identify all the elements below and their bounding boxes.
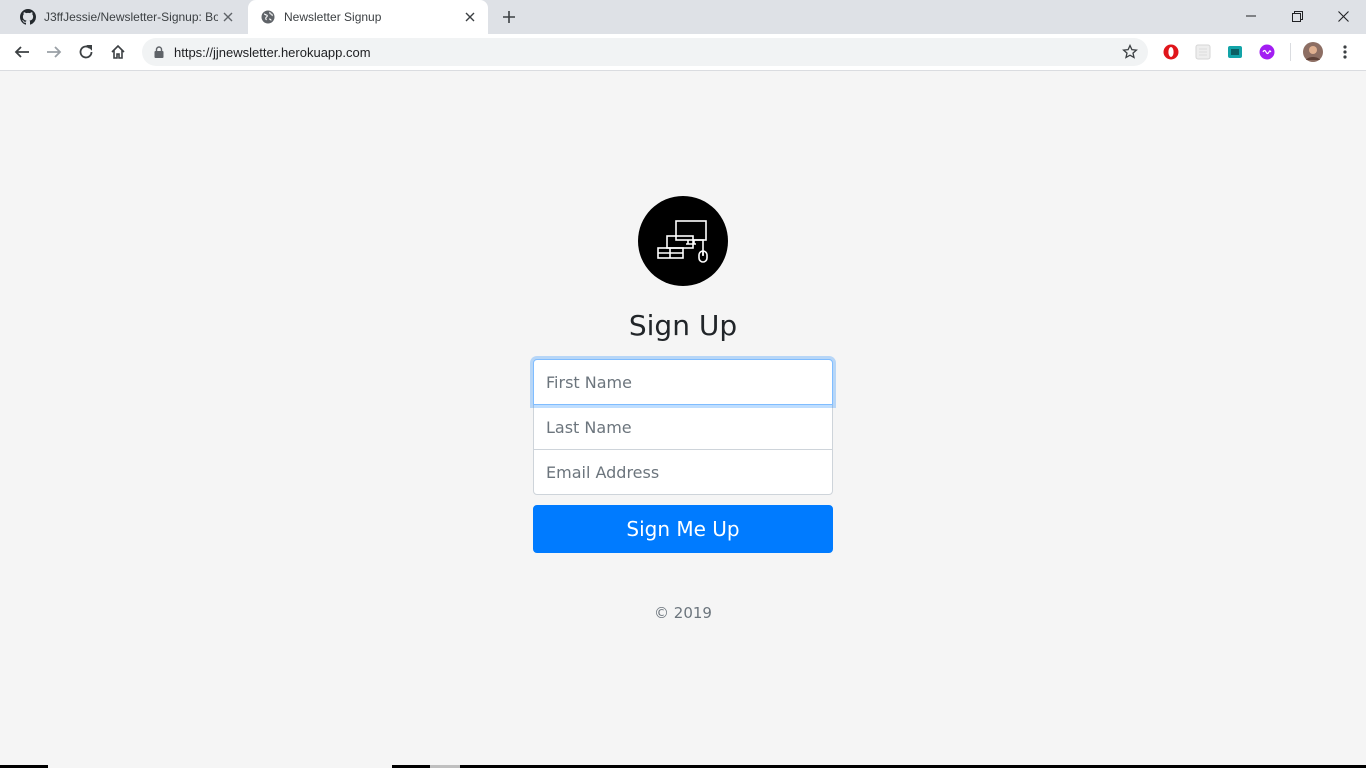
copyright-footer: © 2019 bbox=[654, 604, 712, 622]
email-input[interactable] bbox=[533, 449, 833, 495]
toolbar-divider bbox=[1290, 43, 1291, 61]
browser-toolbar: https://jjnewsletter.herokuapp.com bbox=[0, 34, 1366, 71]
new-tab-button[interactable] bbox=[498, 6, 520, 28]
purple-extension-icon[interactable] bbox=[1258, 43, 1276, 61]
first-name-input[interactable] bbox=[533, 359, 833, 405]
page-content: Sign Up Sign Me Up © 2019 bbox=[0, 71, 1366, 768]
arrow-left-icon bbox=[14, 46, 29, 58]
close-window-button[interactable] bbox=[1320, 0, 1366, 32]
address-bar[interactable]: https://jjnewsletter.herokuapp.com bbox=[142, 38, 1148, 66]
url-text[interactable]: https://jjnewsletter.herokuapp.com bbox=[174, 45, 1120, 60]
close-icon bbox=[1337, 10, 1349, 22]
page-title: Sign Up bbox=[628, 309, 738, 342]
plus-icon bbox=[503, 11, 515, 23]
globe-icon bbox=[260, 9, 276, 25]
tab-strip: J3ffJessie/Newsletter-Signup: Bo Newslet… bbox=[0, 0, 1366, 34]
computer-network-logo-icon bbox=[638, 196, 728, 286]
github-icon bbox=[20, 9, 36, 25]
lock-icon[interactable] bbox=[152, 45, 166, 59]
arrow-right-icon bbox=[47, 46, 62, 58]
close-icon[interactable] bbox=[460, 7, 480, 27]
teal-extension-icon[interactable] bbox=[1226, 43, 1244, 61]
close-icon[interactable] bbox=[218, 7, 238, 27]
avatar[interactable] bbox=[1302, 41, 1324, 63]
reload-icon bbox=[79, 45, 93, 59]
forward-button[interactable] bbox=[40, 38, 68, 66]
tab-title: Newsletter Signup bbox=[284, 10, 382, 24]
restore-icon bbox=[1291, 10, 1303, 22]
menu-kebab-icon[interactable] bbox=[1336, 43, 1354, 61]
opera-icon[interactable] bbox=[1162, 43, 1180, 61]
last-name-input[interactable] bbox=[533, 404, 833, 450]
home-button[interactable] bbox=[104, 38, 132, 66]
tab-github[interactable]: J3ffJessie/Newsletter-Signup: Bo bbox=[8, 0, 246, 34]
bookmark-star-icon[interactable] bbox=[1120, 42, 1140, 62]
sign-me-up-button[interactable]: Sign Me Up bbox=[533, 505, 833, 553]
minimize-button[interactable] bbox=[1228, 0, 1274, 32]
back-button[interactable] bbox=[8, 38, 36, 66]
reload-button[interactable] bbox=[72, 38, 100, 66]
tab-title: J3ffJessie/Newsletter-Signup: Bo bbox=[44, 10, 218, 24]
tab-newsletter-signup[interactable]: Newsletter Signup bbox=[248, 0, 488, 34]
home-icon bbox=[111, 44, 125, 59]
blank-extension-icon[interactable] bbox=[1194, 43, 1212, 61]
restore-button[interactable] bbox=[1274, 0, 1320, 32]
minimize-icon bbox=[1246, 15, 1256, 17]
